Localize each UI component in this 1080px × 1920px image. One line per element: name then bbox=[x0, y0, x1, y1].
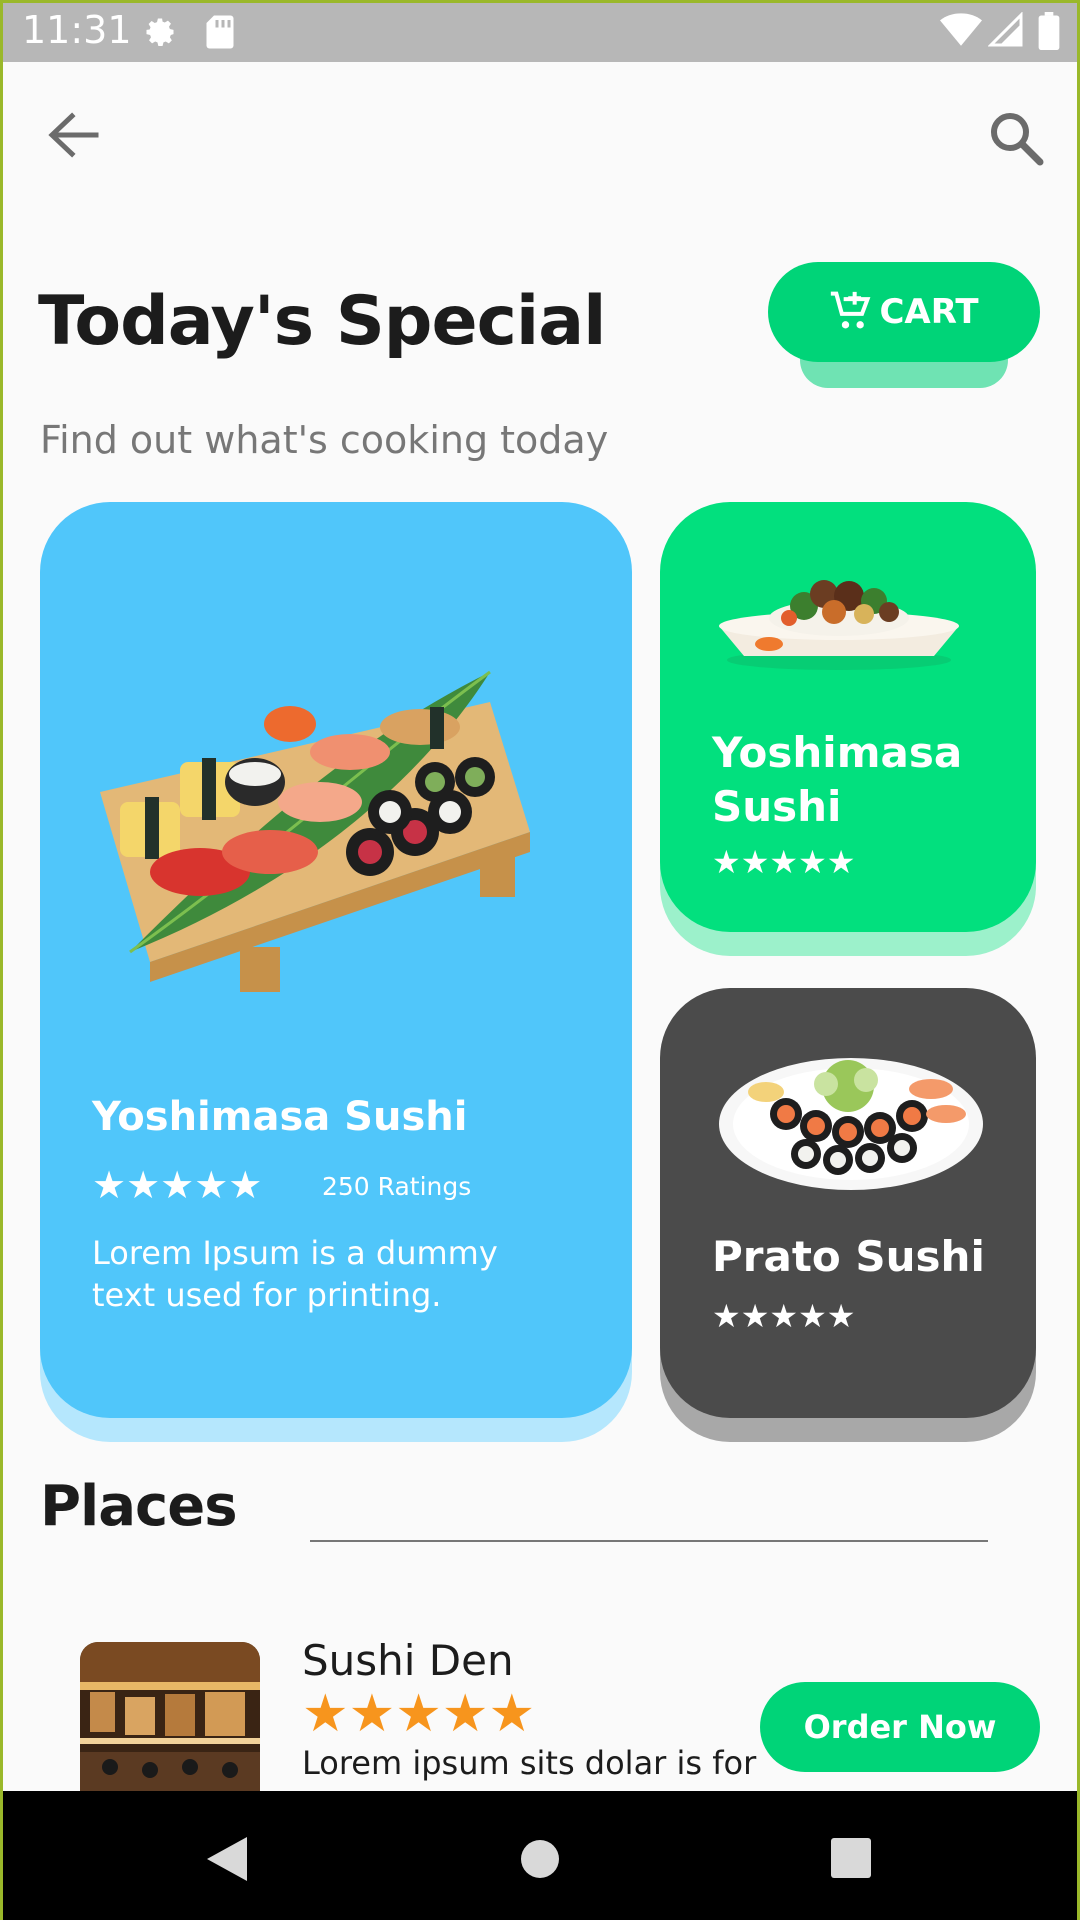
battery-icon bbox=[1038, 12, 1060, 50]
cart-add-icon bbox=[831, 291, 871, 329]
places-divider bbox=[310, 1540, 988, 1542]
order-now-button[interactable]: Order Now bbox=[760, 1682, 1040, 1772]
page-title: Today's Special bbox=[38, 282, 606, 361]
food-bowl-image bbox=[719, 580, 959, 670]
cart-button-label: CART bbox=[879, 292, 979, 332]
special-card-name: Prato Sushi bbox=[712, 1232, 985, 1281]
place-thumbnail[interactable] bbox=[80, 1642, 260, 1791]
place-description: Lorem ipsum sits dolar is for bbox=[302, 1744, 757, 1782]
status-bar: 11:31 bbox=[0, 0, 1080, 62]
cart-button[interactable]: CART bbox=[768, 262, 1040, 362]
sushi-platter-image bbox=[100, 670, 530, 992]
special-card-featured[interactable]: Yoshimasa Sushi ★★★★★ 250 Ratings Lorem … bbox=[40, 502, 632, 1418]
gear-icon bbox=[146, 18, 174, 46]
nav-recents-icon[interactable] bbox=[830, 1837, 872, 1879]
back-arrow-icon[interactable] bbox=[44, 110, 104, 160]
restaurant-interior-image bbox=[80, 1642, 260, 1791]
wifi-icon bbox=[940, 13, 982, 46]
sd-card-icon bbox=[206, 15, 234, 49]
rating-stars: ★★★★★ bbox=[92, 1163, 263, 1207]
special-card-dark[interactable]: Prato Sushi ★★★★★ bbox=[660, 988, 1036, 1418]
rating-stars: ★★★★★ bbox=[712, 1297, 856, 1335]
signal-icon bbox=[988, 12, 1023, 47]
status-time: 11:31 bbox=[22, 8, 132, 52]
special-card-description: Lorem Ipsum is a dummy text used for pri… bbox=[92, 1234, 498, 1314]
search-icon[interactable] bbox=[986, 108, 1046, 168]
nav-back-icon[interactable] bbox=[205, 1835, 249, 1883]
place-rating-stars: ★★★★★ bbox=[302, 1684, 536, 1744]
system-nav-bar bbox=[0, 1791, 1080, 1920]
special-card-name: Yoshimasa Sushi bbox=[92, 1094, 468, 1140]
place-name[interactable]: Sushi Den bbox=[302, 1636, 514, 1685]
rating-stars: ★★★★★ bbox=[712, 843, 856, 881]
page-subtitle: Find out what's cooking today bbox=[40, 418, 609, 462]
places-heading: Places bbox=[40, 1474, 238, 1539]
nav-home-icon[interactable] bbox=[520, 1839, 560, 1879]
ratings-count: 250 Ratings bbox=[322, 1172, 472, 1201]
special-card-name: Yoshimasa Sushi bbox=[712, 728, 963, 831]
special-card-green[interactable]: Yoshimasa Sushi ★★★★★ bbox=[660, 502, 1036, 932]
app-content: 11:31 Today's Special Find out what's co… bbox=[0, 0, 1080, 1791]
sushi-plate-image bbox=[719, 1058, 983, 1190]
